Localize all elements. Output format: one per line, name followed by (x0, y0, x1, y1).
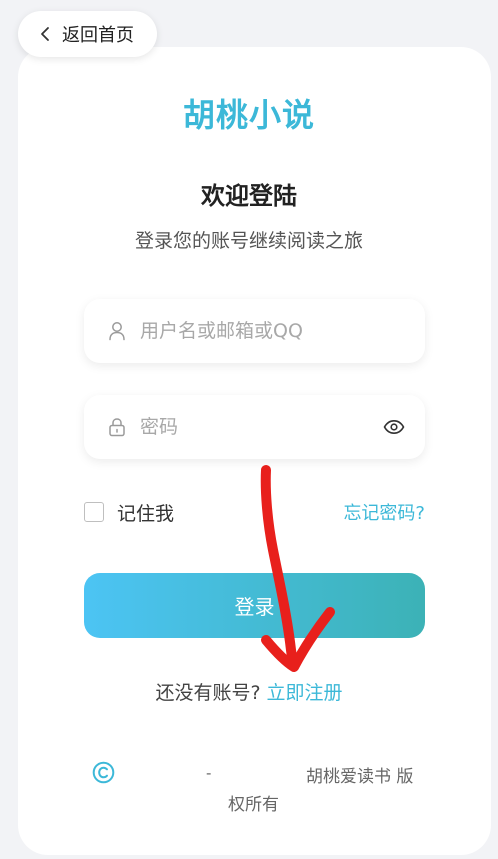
lock-icon (109, 418, 125, 437)
brand-title: 胡桃小说 (182, 96, 315, 134)
remember-checkbox[interactable] (84, 502, 104, 522)
back-home-button[interactable]: 返回首页 (18, 11, 157, 57)
login-button[interactable]: 登录 (84, 573, 425, 638)
register-prompt: 还没有账号? (155, 682, 261, 704)
copyright-icon (92, 761, 115, 784)
remember-label: 记住我 (117, 502, 175, 525)
username-input[interactable] (140, 320, 403, 342)
register-row: 还没有账号? 立即注册 (0, 678, 498, 705)
eye-icon[interactable] (383, 419, 405, 435)
remember-me[interactable]: 记住我 (84, 499, 174, 526)
footer-rights: 权所有 (228, 795, 279, 815)
username-field (84, 299, 425, 363)
welcome-subtitle: 登录您的账号继续阅读之旅 (134, 230, 363, 252)
footer-separator: - (206, 764, 212, 782)
welcome-heading: 欢迎登陆 (201, 182, 297, 210)
password-field (84, 395, 425, 459)
back-home-label: 返回首页 (62, 25, 134, 46)
login-page: 返回首页 胡桃小说 欢迎登陆 登录您的账号继续阅读之旅 用户名或邮箱或QQ 记住… (0, 0, 498, 859)
forgot-password-link[interactable]: 忘记密码? (343, 499, 425, 525)
chevron-left-icon (41, 27, 49, 41)
password-input[interactable] (140, 416, 383, 438)
register-link[interactable]: 立即注册 (267, 682, 343, 704)
footer-company: 胡桃爱读书 版 (306, 767, 414, 787)
remember-row: 记住我 忘记密码? (84, 498, 425, 526)
user-icon (109, 322, 125, 341)
